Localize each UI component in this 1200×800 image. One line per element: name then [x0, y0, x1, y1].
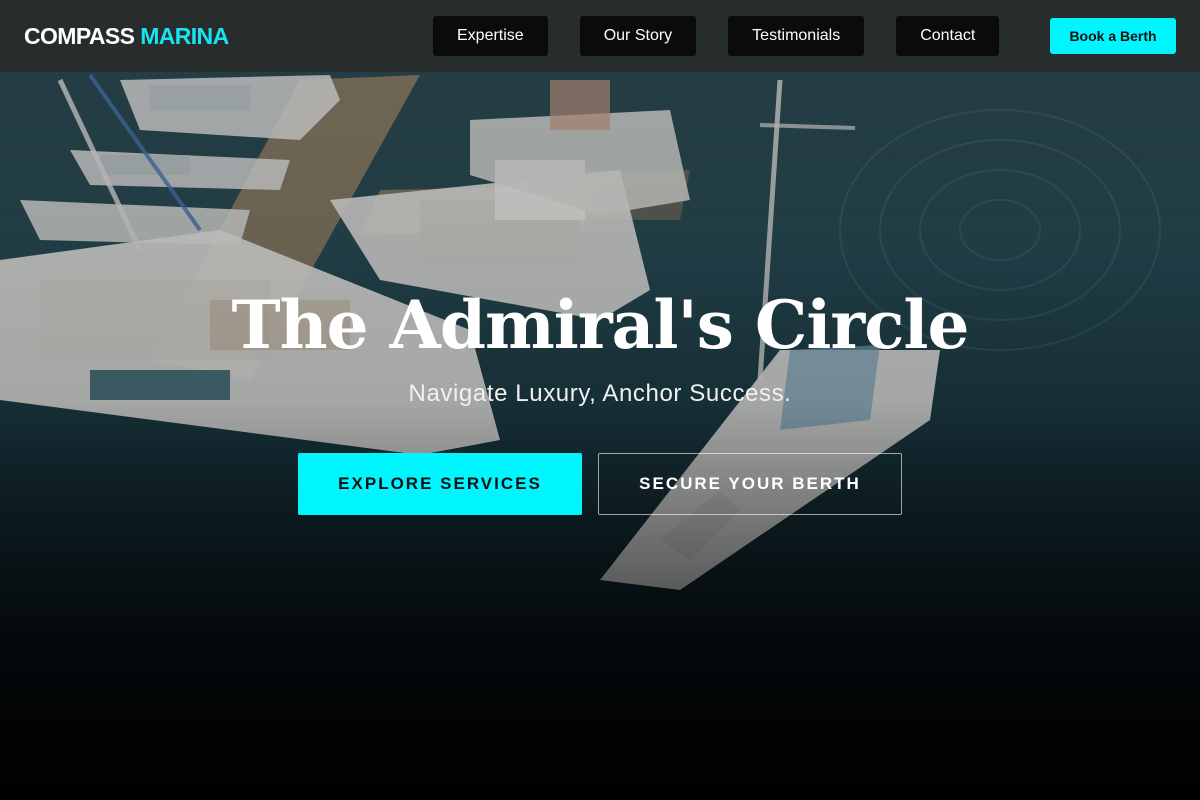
top-navbar: COMPASS MARINA Expertise Our Story Testi… — [0, 0, 1200, 72]
book-berth-button[interactable]: Book a Berth — [1050, 18, 1176, 54]
hero-subtitle: Navigate Luxury, Anchor Success. — [408, 380, 792, 407]
hero-title: The Admiral's Circle — [231, 286, 970, 364]
secure-berth-button[interactable]: SECURE YOUR BERTH — [598, 453, 902, 515]
nav-link-contact[interactable]: Contact — [896, 16, 1000, 56]
nav-link-testimonials[interactable]: Testimonials — [728, 16, 865, 56]
main-nav: Expertise Our Story Testimonials Contact — [433, 16, 1000, 56]
explore-services-button[interactable]: EXPLORE SERVICES — [298, 453, 582, 515]
nav-link-our-story[interactable]: Our Story — [579, 16, 697, 56]
brand-accent: MARINA — [140, 22, 229, 49]
hero-content: The Admiral's Circle Navigate Luxury, An… — [0, 280, 1200, 515]
nav-link-expertise[interactable]: Expertise — [433, 16, 548, 56]
hero-cta-row: EXPLORE SERVICES SECURE YOUR BERTH — [298, 453, 902, 515]
brand-logo[interactable]: COMPASS MARINA — [24, 23, 229, 50]
brand-name: COMPASS — [24, 22, 135, 49]
